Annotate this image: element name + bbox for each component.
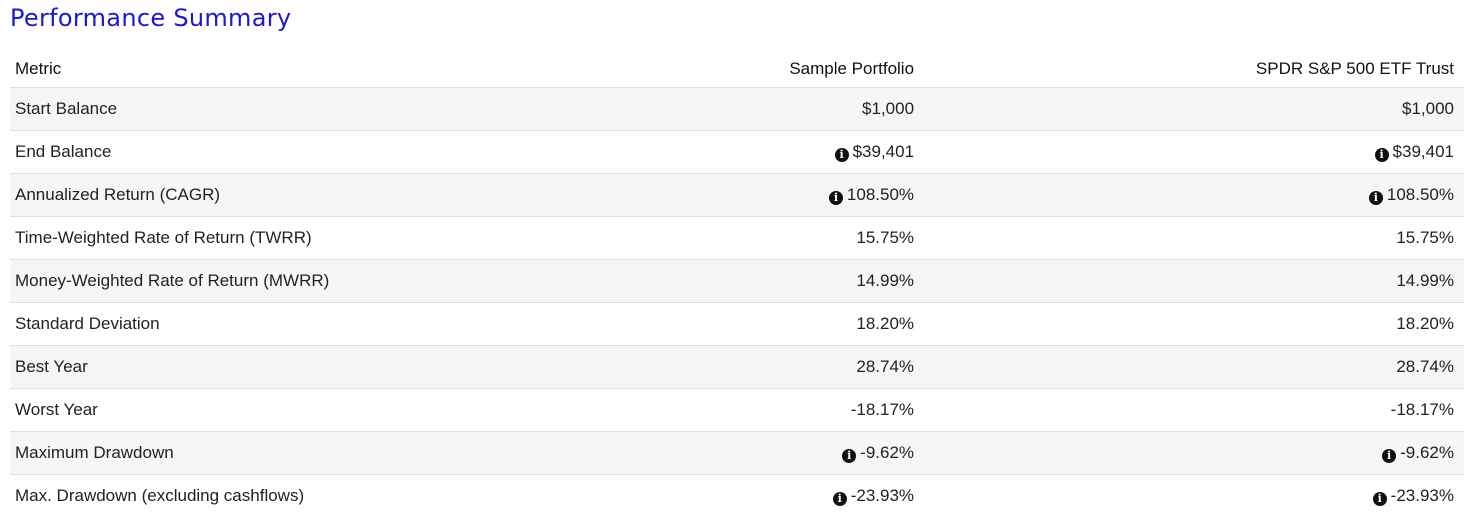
info-circle-icon[interactable]: i [842, 448, 857, 463]
benchmark-value: 28.74% [1396, 356, 1454, 376]
table-row: Time-Weighted Rate of Return (TWRR) 15.75… [10, 215, 1464, 259]
portfolio-value: -23.93% [850, 485, 915, 505]
table-row: Best Year 28.74% 28.74% [10, 344, 1464, 388]
benchmark-value: -9.62% [1400, 442, 1454, 462]
portfolio-value-cell: -18.17% [570, 387, 925, 431]
portfolio-value: -18.17% [850, 399, 915, 419]
metric-label: Start Balance [10, 86, 570, 130]
portfolio-value: 28.74% [856, 356, 915, 376]
benchmark-value: -23.93% [1390, 485, 1454, 505]
metric-label: Max. Drawdown (excluding cashflows) [10, 473, 570, 517]
metric-label: Money-Weighted Rate of Return (MWRR) [10, 258, 570, 302]
portfolio-value: 15.75% [856, 227, 915, 247]
benchmark-value-cell: 18.20% [924, 301, 1464, 345]
benchmark-value-cell: i $39,401 [924, 129, 1464, 173]
metric-label: Best Year [10, 344, 570, 388]
metric-label: Time-Weighted Rate of Return (TWRR) [10, 215, 570, 259]
metric-label: Standard Deviation [10, 301, 570, 345]
benchmark-value: 18.20% [1396, 313, 1454, 333]
benchmark-value-cell: i 108.50% [924, 172, 1464, 216]
column-header-benchmark: SPDR S&P 500 ETF Trust [1255, 59, 1454, 79]
benchmark-value-cell: 14.99% [924, 258, 1464, 302]
benchmark-value-cell: -18.17% [924, 387, 1464, 431]
benchmark-value-cell: $1,000 [924, 86, 1464, 130]
benchmark-value: 14.99% [1396, 270, 1454, 290]
metric-label: Annualized Return (CAGR) [10, 172, 570, 216]
portfolio-value-cell: i -9.62% [570, 430, 925, 474]
benchmark-value-cell: 15.75% [924, 215, 1464, 259]
table-row: Max. Drawdown (excluding cashflows) i -23.… [10, 473, 1464, 517]
benchmark-value: 108.50% [1386, 184, 1454, 204]
portfolio-value-cell: i $39,401 [570, 129, 925, 173]
table-row: Standard Deviation 18.20% 18.20% [10, 301, 1464, 345]
benchmark-value: 15.75% [1396, 227, 1454, 247]
portfolio-value-cell: 14.99% [570, 258, 925, 302]
table-row: Maximum Drawdown i -9.62% i -9.62% [10, 430, 1464, 474]
info-circle-icon[interactable]: i [834, 147, 849, 162]
table-header-row: Metric Sample Portfolio SPDR S&P 500 ETF… [10, 52, 1464, 87]
portfolio-value-cell: 28.74% [570, 344, 925, 388]
benchmark-value: $39,401 [1392, 141, 1454, 161]
column-header-metric: Metric [15, 59, 62, 79]
portfolio-value-cell: $1,000 [570, 86, 925, 130]
portfolio-value-cell: 18.20% [570, 301, 925, 345]
table-row: End Balance i $39,401 i $39,401 [10, 129, 1464, 173]
benchmark-value-cell: i -23.93% [924, 473, 1464, 517]
portfolio-value-cell: i -23.93% [570, 473, 925, 517]
info-circle-icon[interactable]: i [1372, 491, 1387, 506]
column-header-portfolio: Sample Portfolio [789, 59, 915, 79]
info-circle-icon[interactable]: i [832, 491, 847, 506]
benchmark-value: $1,000 [1402, 98, 1454, 118]
portfolio-value: 18.20% [856, 313, 915, 333]
portfolio-value-cell: i 108.50% [570, 172, 925, 216]
page-title: Performance Summary [10, 4, 292, 32]
table-row: Worst Year -18.17% -18.17% [10, 387, 1464, 431]
info-circle-icon[interactable]: i [828, 190, 843, 205]
portfolio-value: $39,401 [852, 141, 915, 161]
metric-label: Maximum Drawdown [10, 430, 570, 474]
table-row: Money-Weighted Rate of Return (MWRR) 14.9… [10, 258, 1464, 302]
info-circle-icon[interactable]: i [1374, 147, 1389, 162]
info-circle-icon[interactable]: i [1368, 190, 1383, 205]
portfolio-value: $1,000 [862, 98, 915, 118]
table-row: Annualized Return (CAGR) i 108.50% i 108.50% [10, 172, 1464, 216]
benchmark-value: -18.17% [1390, 399, 1454, 419]
benchmark-value-cell: 28.74% [924, 344, 1464, 388]
portfolio-value: -9.62% [860, 442, 915, 462]
info-circle-icon[interactable]: i [1382, 448, 1397, 463]
portfolio-value-cell: 15.75% [570, 215, 925, 259]
metric-label: End Balance [10, 129, 570, 173]
portfolio-value: 14.99% [856, 270, 915, 290]
benchmark-value-cell: i -9.62% [924, 430, 1464, 474]
portfolio-value: 108.50% [846, 184, 915, 204]
metric-label: Worst Year [10, 387, 570, 431]
table-row: Start Balance $1,000 $1,000 [10, 86, 1464, 130]
performance-summary-table: Metric Sample Portfolio SPDR S&P 500 ETF… [10, 52, 1464, 517]
